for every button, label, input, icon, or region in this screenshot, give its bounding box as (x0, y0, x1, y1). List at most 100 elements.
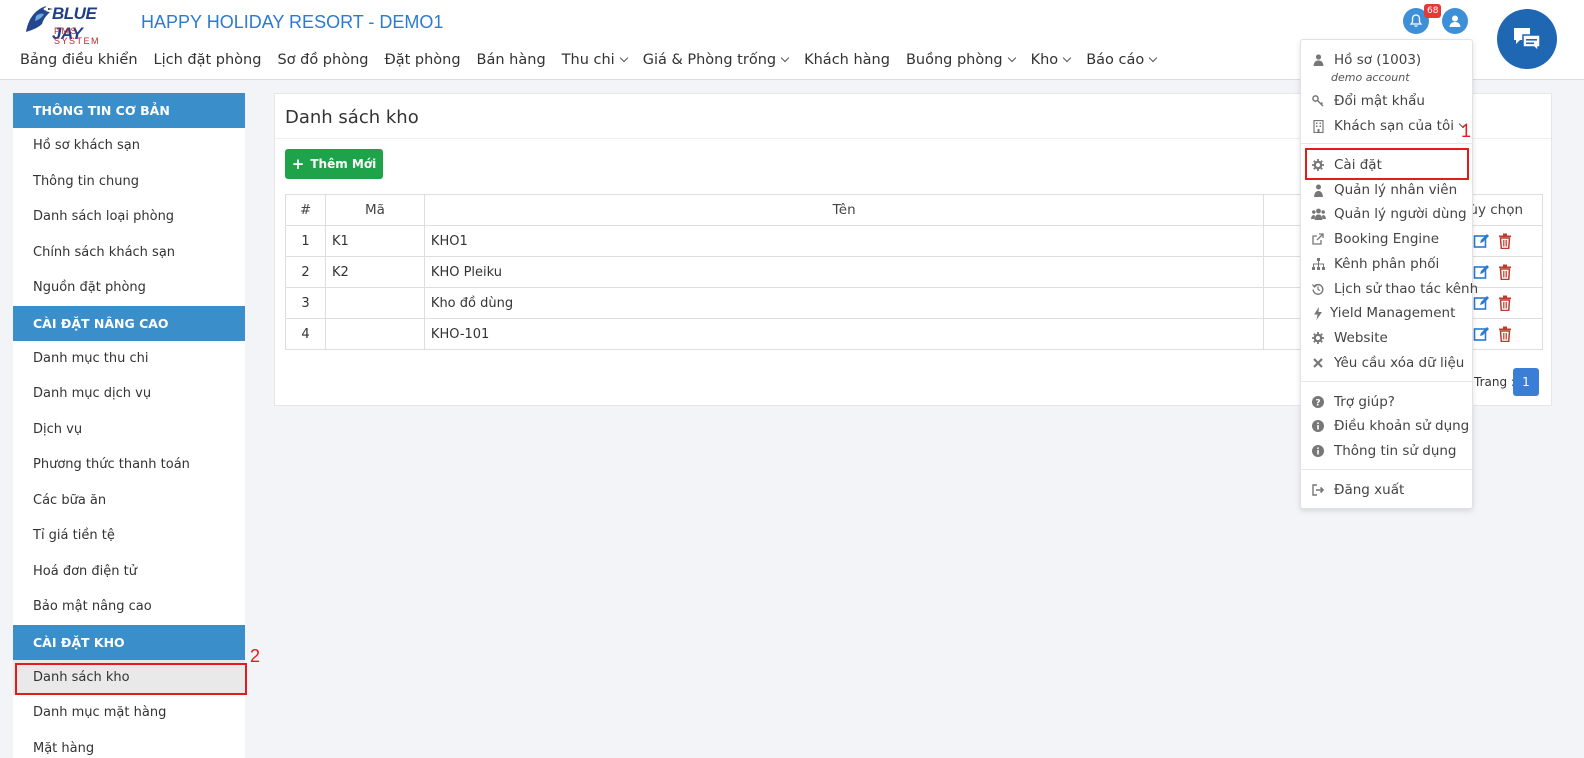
nav-sales[interactable]: Bán hàng (477, 52, 546, 68)
trash-icon[interactable] (1497, 233, 1513, 249)
section-basic-info: THÔNG TIN CƠ BẢN (13, 93, 245, 128)
sidebar-item-meals[interactable]: Các bữa ăn (13, 483, 245, 519)
nav-housekeeping[interactable]: Buồng phòng (905, 52, 1016, 68)
menu-divider (1301, 381, 1472, 382)
nav-income-expense-label: Thu chi (561, 52, 615, 68)
page-button-1[interactable]: 1 (1513, 368, 1539, 396)
sidebar-item-item-categories[interactable]: Danh mục mặt hàng (13, 695, 245, 731)
menu-help-label: Trợ giúp? (1334, 394, 1395, 410)
menu-divider (1301, 469, 1472, 470)
edit-icon[interactable] (1473, 233, 1489, 249)
settings-sidebar: THÔNG TIN CƠ BẢN Hồ sơ khách sạn Thông t… (13, 93, 245, 758)
menu-item-booking-engine[interactable]: Booking Engine (1301, 227, 1472, 251)
menu-item-my-hotels[interactable]: Khách sạn của tôi (1301, 114, 1472, 138)
nav-booking-calendar[interactable]: Lịch đặt phòng (154, 52, 262, 68)
cell-name: KHO-101 (423, 318, 1265, 350)
menu-website-label: Website (1334, 330, 1388, 346)
chat-support-button[interactable] (1497, 9, 1557, 69)
menu-item-channel-history[interactable]: Lịch sử thao tác kênh (1301, 277, 1478, 301)
menu-item-staff-management[interactable]: Quản lý nhân viên (1301, 178, 1472, 202)
edit-icon[interactable] (1473, 326, 1489, 342)
sidebar-item-room-types[interactable]: Danh sách loại phòng (13, 199, 245, 235)
menu-item-logout[interactable]: Đăng xuất (1301, 478, 1472, 502)
sidebar-item-expense-categories[interactable]: Danh mục thu chi (13, 341, 245, 377)
edit-icon[interactable] (1473, 295, 1489, 311)
key-icon (1310, 93, 1326, 109)
chevron-down-icon (780, 53, 790, 63)
add-new-button[interactable]: + Thêm Mới (285, 149, 383, 179)
add-new-label: Thêm Mới (310, 157, 377, 171)
cell-code (324, 287, 425, 319)
user-menu-button[interactable] (1442, 8, 1468, 34)
menu-item-usage-info[interactable]: Thông tin sử dụng (1301, 439, 1472, 463)
nav-dashboard[interactable]: Bảng điều khiển (20, 52, 138, 68)
account-name: demo account (1331, 71, 1410, 84)
sidebar-item-general-info[interactable]: Thông tin chung (13, 164, 245, 200)
brand-logo[interactable]: BLUE JAY PMS SYSTEM (22, 2, 126, 46)
sign-out-icon (1310, 482, 1326, 498)
app-title: HAPPY HOLIDAY RESORT - DEMO1 (141, 12, 444, 32)
sidebar-item-booking-sources[interactable]: Nguồn đặt phòng (13, 270, 245, 306)
chevron-down-icon (1007, 53, 1016, 63)
nav-housekeeping-label: Buồng phòng (905, 52, 1003, 68)
annotation-number-1: 1 (1461, 121, 1472, 141)
menu-change-password-label: Đổi mật khẩu (1334, 93, 1425, 109)
col-index: # (285, 194, 326, 226)
close-icon (1310, 355, 1326, 371)
chevron-down-icon (1148, 53, 1158, 63)
menu-item-change-password[interactable]: Đổi mật khẩu (1301, 89, 1472, 113)
notification-count-badge: 68 (1424, 4, 1442, 18)
nav-room-map[interactable]: Sơ đồ phòng (277, 52, 368, 68)
nav-income-expense[interactable]: Thu chi (561, 52, 628, 68)
trash-icon[interactable] (1497, 295, 1513, 311)
info-circle-icon (1310, 443, 1326, 459)
question-circle-icon: ? (1310, 394, 1326, 410)
pagination-label: Trang : (1474, 375, 1515, 389)
menu-logout-label: Đăng xuất (1334, 482, 1405, 498)
svg-text:?: ? (1315, 398, 1320, 408)
nav-reports[interactable]: Báo cáo (1086, 52, 1158, 68)
trash-icon[interactable] (1497, 326, 1513, 342)
menu-item-terms[interactable]: Điều khoản sử dụng (1301, 414, 1472, 438)
highlight-box-settings (1305, 148, 1469, 180)
cell-index: 2 (285, 256, 326, 288)
menu-booking-engine-label: Booking Engine (1334, 231, 1440, 247)
col-code: Mã (324, 194, 425, 226)
menu-item-website[interactable]: Website (1301, 326, 1472, 350)
menu-item-help[interactable]: ? Trợ giúp? (1301, 390, 1472, 414)
nav-customers[interactable]: Khách hàng (804, 52, 890, 68)
nav-rates-availability[interactable]: Giá & Phòng trống (642, 52, 790, 68)
sidebar-item-service-categories[interactable]: Danh mục dịch vụ (13, 376, 245, 412)
menu-item-delete-data-request[interactable]: Yêu cầu xóa dữ liệu (1301, 351, 1472, 375)
cell-code: K2 (324, 256, 425, 288)
cell-index: 3 (285, 287, 326, 319)
menu-terms-label: Điều khoản sử dụng (1334, 418, 1470, 434)
main-nav: Bảng điều khiển Lịch đặt phòng Sơ đồ phò… (20, 52, 1172, 68)
menu-item-profile[interactable]: Hồ sơ (1003) (1301, 48, 1472, 72)
trash-icon[interactable] (1497, 264, 1513, 280)
staff-icon (1310, 182, 1326, 198)
edit-icon[interactable] (1473, 264, 1489, 280)
bell-icon (1409, 14, 1423, 27)
sidebar-item-services[interactable]: Dịch vụ (13, 412, 245, 448)
nav-warehouse[interactable]: Kho (1031, 52, 1072, 68)
menu-item-user-management[interactable]: Quản lý người dùng (1301, 202, 1472, 226)
sidebar-item-items[interactable]: Mặt hàng (13, 731, 245, 758)
menu-item-yield-management[interactable]: Yield Management (1301, 301, 1472, 325)
bolt-icon (1310, 305, 1326, 321)
nav-rates-label: Giá & Phòng trống (642, 52, 777, 68)
sidebar-item-e-invoice[interactable]: Hoá đơn điện tử (13, 554, 245, 590)
menu-users-label: Quản lý người dùng (1334, 206, 1467, 222)
blue-jay-logo-icon (26, 6, 53, 32)
menu-item-distribution-channels[interactable]: Kênh phân phối (1301, 252, 1472, 276)
nav-book-room[interactable]: Đặt phòng (384, 52, 460, 68)
cell-name: KHO1 (423, 225, 1265, 257)
sidebar-item-hotel-profile[interactable]: Hồ sơ khách sạn (13, 128, 245, 164)
sidebar-item-hotel-policy[interactable]: Chính sách khách sạn (13, 235, 245, 271)
sidebar-item-advanced-security[interactable]: Bảo mật nâng cao (13, 589, 245, 625)
cell-index: 4 (285, 318, 326, 350)
sidebar-item-exchange-rates[interactable]: Tỉ giá tiền tệ (13, 518, 245, 554)
sidebar-item-payment-methods[interactable]: Phương thức thanh toán (13, 447, 245, 483)
gear-icon (1310, 330, 1326, 346)
user-icon (1449, 15, 1461, 27)
